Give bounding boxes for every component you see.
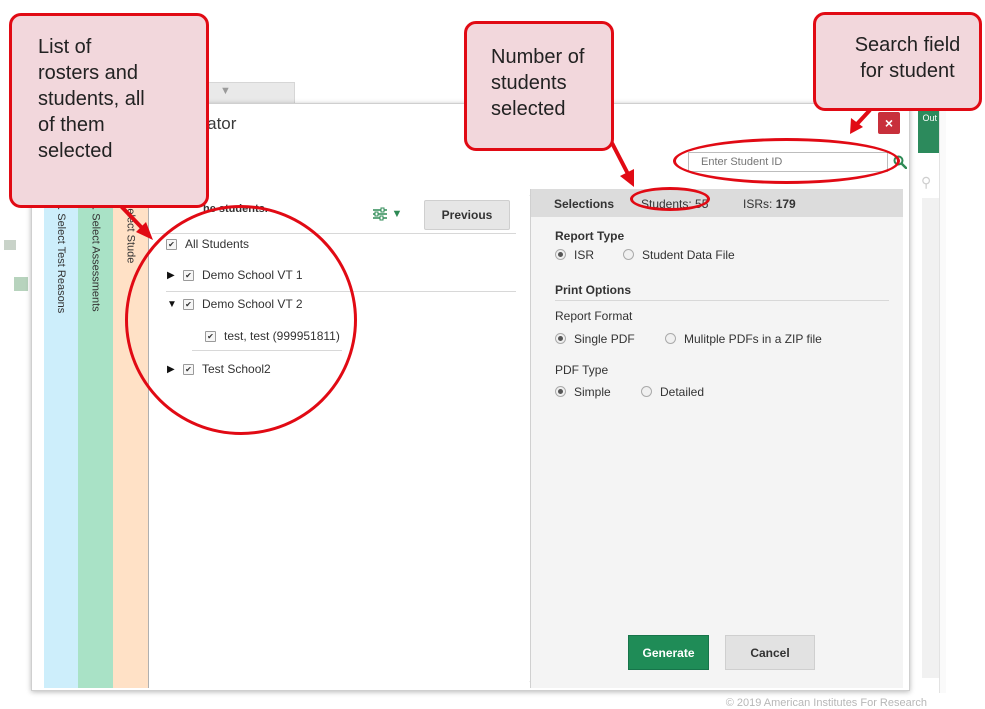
callout-text: Number of students selected [491,46,585,120]
callout-students-count: Number of students selected [464,21,614,151]
callout-roster-list: List of rosters and students, all of the… [9,13,209,208]
callout-text: List of rosters and students, all of the… [38,36,145,162]
callout-arrow-line [855,108,872,126]
callout-search-field: Search field for student [813,12,982,111]
callout-text: Search field for student [854,34,961,82]
callout-arrow-line [610,142,630,175]
